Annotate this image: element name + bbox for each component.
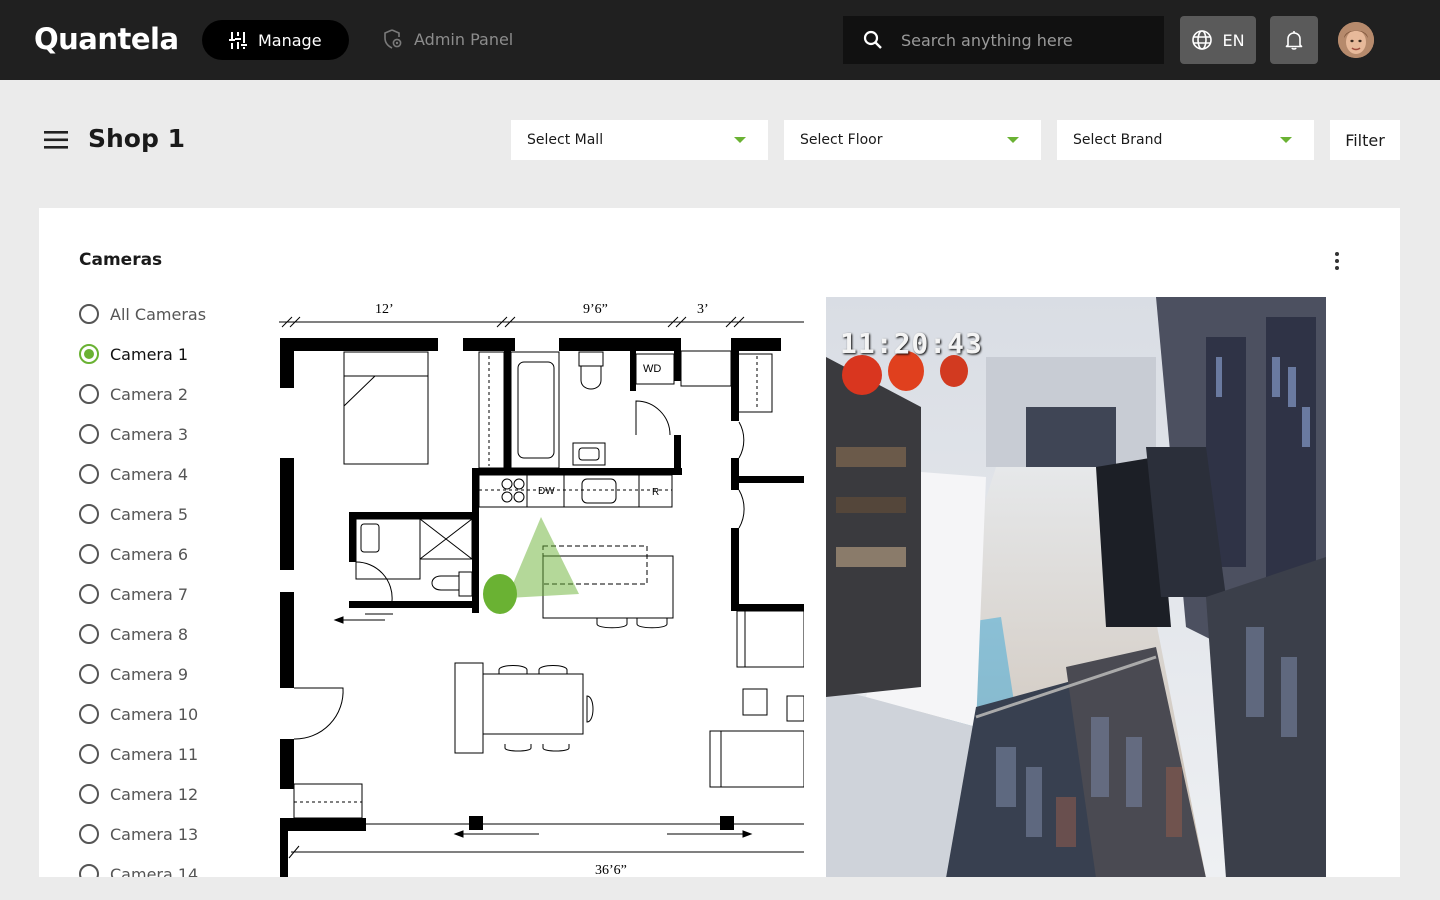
camera-option[interactable]: Camera 2 — [79, 374, 206, 414]
mall-select-value: Select Mall — [527, 132, 604, 148]
dimension-label: 12’ — [375, 302, 394, 317]
admin-panel-label: Admin Panel — [414, 29, 514, 49]
radio-icon — [79, 504, 99, 524]
top-navigation-bar: Quantela Manage Admin Panel Search anyth… — [0, 0, 1440, 80]
app-logo[interactable]: Quantela — [34, 22, 179, 56]
caret-down-icon — [734, 137, 746, 143]
camera-option[interactable]: Camera 12 — [79, 774, 206, 814]
camera-option[interactable]: Camera 10 — [79, 694, 206, 734]
camera-option[interactable]: Camera 9 — [79, 654, 206, 694]
camera-feed-timestamp: 11:20:43 — [840, 327, 983, 360]
dimension-label: 3’ — [697, 302, 709, 317]
manage-label: Manage — [258, 30, 322, 50]
radio-icon — [79, 824, 99, 844]
radio-icon — [79, 544, 99, 564]
radio-icon — [79, 744, 99, 764]
brand-select-value: Select Brand — [1073, 132, 1163, 148]
cameras-card-title: Cameras — [79, 250, 163, 270]
radio-icon — [79, 464, 99, 484]
camera-fov-cone — [507, 517, 579, 598]
camera-option-label: All Cameras — [110, 304, 207, 324]
camera-list: All Cameras Camera 1 Camera 2 Camera 3 C… — [79, 294, 206, 877]
manage-button[interactable]: Manage — [202, 20, 349, 60]
camera-option-label: Camera 9 — [110, 664, 189, 684]
bell-icon — [1285, 31, 1303, 50]
camera-option-label: Camera 14 — [110, 864, 199, 878]
admin-panel-link[interactable]: Admin Panel — [382, 28, 513, 50]
dimension-label: 9’6” — [583, 302, 608, 317]
camera-option[interactable]: Camera 3 — [79, 414, 206, 454]
notifications-button[interactable] — [1270, 16, 1318, 64]
camera-option-label: Camera 7 — [110, 584, 189, 604]
sliders-icon — [229, 32, 247, 49]
page-title: Shop 1 — [88, 124, 185, 153]
radio-icon — [79, 384, 99, 404]
camera-option-label: Camera 5 — [110, 504, 189, 524]
room-label: DW — [538, 486, 555, 497]
globe-icon — [1192, 30, 1213, 50]
user-avatar[interactable] — [1338, 22, 1374, 58]
hamburger-menu-icon[interactable] — [42, 129, 70, 151]
camera-option-label: Camera 8 — [110, 624, 189, 644]
search-icon — [863, 30, 882, 49]
language-label: EN — [1222, 30, 1245, 50]
radio-icon — [79, 624, 99, 644]
camera-option-label: Camera 6 — [110, 544, 189, 564]
radio-icon — [79, 584, 99, 604]
radio-icon — [79, 864, 99, 877]
camera-option[interactable]: Camera 13 — [79, 814, 206, 854]
shield-gear-icon — [384, 29, 402, 49]
brand-select[interactable]: Select Brand — [1057, 120, 1314, 160]
camera-feed-image — [826, 297, 1326, 877]
more-options-icon[interactable] — [1327, 250, 1347, 272]
camera-option[interactable]: Camera 4 — [79, 454, 206, 494]
radio-icon — [79, 304, 99, 324]
mall-select[interactable]: Select Mall — [511, 120, 768, 160]
camera-option-label: Camera 4 — [110, 464, 189, 484]
camera-option[interactable]: Camera 14 — [79, 854, 206, 877]
camera-marker[interactable] — [483, 574, 517, 614]
radio-icon — [79, 664, 99, 684]
camera-option-label: Camera 10 — [110, 704, 199, 724]
cameras-card: Cameras All Cameras Camera 1 Camera 2 Ca… — [39, 208, 1400, 877]
search-bar — [843, 16, 1164, 64]
camera-option-label: Camera 3 — [110, 424, 189, 444]
camera-feed[interactable]: 11:20:43 — [826, 297, 1326, 877]
room-label: R — [652, 487, 659, 498]
language-selector[interactable]: EN — [1180, 16, 1256, 64]
camera-option[interactable]: Camera 5 — [79, 494, 206, 534]
camera-option[interactable]: Camera 11 — [79, 734, 206, 774]
camera-option[interactable]: Camera 7 — [79, 574, 206, 614]
floor-select-value: Select Floor — [800, 132, 883, 148]
radio-selected-icon — [79, 344, 99, 364]
caret-down-icon — [1280, 137, 1292, 143]
dimension-label: 36’6” — [595, 863, 627, 877]
camera-option[interactable]: All Cameras — [79, 294, 206, 334]
camera-option-label: Camera 13 — [110, 824, 199, 844]
camera-option-label: Camera 1 — [110, 344, 189, 364]
search-input[interactable] — [901, 30, 1131, 50]
camera-option-label: Camera 11 — [110, 744, 199, 764]
room-label: WD — [643, 363, 661, 375]
floor-plan[interactable]: 12’ 9’6” 3’ 36’6” WD DW R — [279, 296, 804, 877]
camera-option[interactable]: Camera 8 — [79, 614, 206, 654]
camera-option[interactable]: Camera 1 — [79, 334, 206, 374]
radio-icon — [79, 424, 99, 444]
camera-option-label: Camera 12 — [110, 784, 199, 804]
caret-down-icon — [1007, 137, 1019, 143]
radio-icon — [79, 784, 99, 804]
floor-select[interactable]: Select Floor — [784, 120, 1041, 160]
camera-option[interactable]: Camera 6 — [79, 534, 206, 574]
filter-button[interactable]: Filter — [1330, 120, 1400, 160]
camera-option-label: Camera 2 — [110, 384, 189, 404]
radio-icon — [79, 704, 99, 724]
